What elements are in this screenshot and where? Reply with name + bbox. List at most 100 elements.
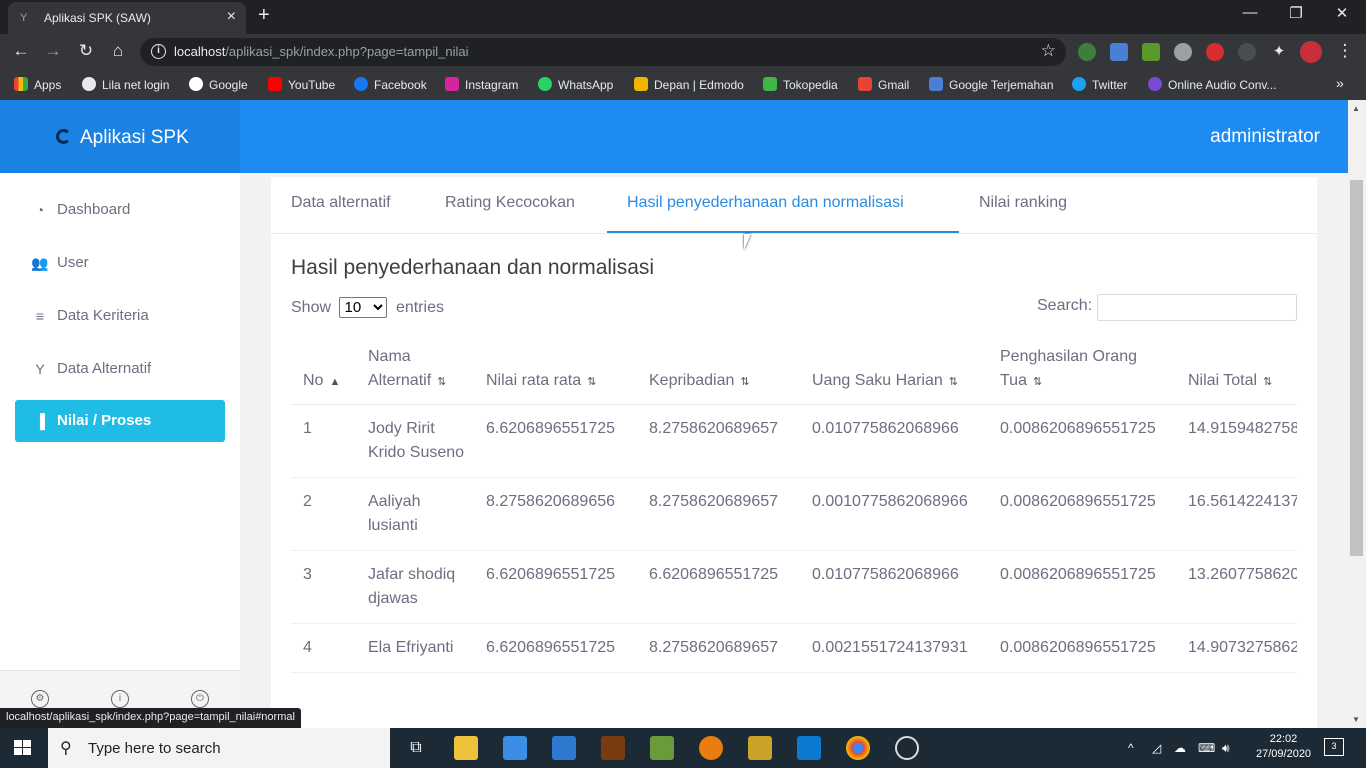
bookmarks-overflow-icon[interactable]: » [1336,75,1344,91]
search-input[interactable] [1097,294,1297,321]
sort-icon: ⇅ [1263,375,1273,388]
entries-label: entries [395,299,444,316]
settings-icon[interactable]: ⚙ [31,690,49,708]
blender-icon[interactable] [699,736,723,760]
cell-nilai-rata-rata: 6.6206896551725 [474,404,637,478]
vscode-icon[interactable] [797,736,821,760]
keyboard-icon[interactable]: ⌨ [1198,741,1215,755]
tab-data-alternatif[interactable]: Data alternatif [291,194,391,212]
onedrive-icon[interactable]: ☁ [1174,741,1186,755]
forward-icon[interactable]: → [42,41,64,61]
extension-icon[interactable] [1078,43,1096,61]
tab-nilai-ranking[interactable]: Nilai ranking [979,194,1067,212]
tab-hasil-normalisasi[interactable]: Hasil penyederhanaan dan normalisasi [627,194,904,212]
extension-icon[interactable] [1174,43,1192,61]
bookmark-gmail[interactable]: Gmail [858,77,909,92]
section-title: Hasil penyederhanaan dan normalisasi [291,256,655,279]
sidebar-item-nilai-proses[interactable]: ▐ Nilai / Proses [15,400,225,442]
page-scrollbar[interactable]: ▲ ▼ [1348,100,1366,728]
profile-avatar[interactable] [1300,41,1322,63]
bookmark-apps[interactable]: Apps [14,77,61,92]
brand[interactable]: Aplikasi SPK [0,100,240,173]
search-icon: ⚲ [60,740,72,757]
home-icon[interactable]: ⌂ [107,41,129,61]
bookmark-lila-net[interactable]: Lila net login [82,77,169,92]
scrollbar-thumb[interactable] [1350,180,1363,556]
task-view-icon[interactable]: ⧉ [404,736,428,760]
column-header-nilai-rata-rata[interactable]: Nilai rata rata ⇅ [474,334,637,405]
cell-uang-saku: 0.0010775862068966 [800,477,988,551]
translate-extension-icon[interactable] [1110,43,1128,61]
obs-icon[interactable] [895,736,919,760]
extensions-puzzle-icon[interactable]: ✦ [1270,43,1288,61]
bookmark-google[interactable]: Google [189,77,248,92]
site-info-icon[interactable]: i [151,44,166,59]
chrome-icon[interactable] [846,736,870,760]
bookmark-online-audio-converter[interactable]: Online Audio Conv... [1148,77,1277,92]
bookmark-twitter[interactable]: Twitter [1072,77,1127,92]
column-header-nama-alternatif[interactable]: Nama Alternatif ⇅ [356,334,474,405]
extension-icon[interactable] [1238,43,1256,61]
extension-icon[interactable] [1142,43,1160,61]
app-icon[interactable] [748,736,772,760]
file-explorer-icon[interactable] [454,736,478,760]
column-header-penghasilan-orang-tua[interactable]: Penghasilan Orang Tua ⇅ [988,334,1176,405]
sidebar-item-label: Data Keriteria [57,307,149,324]
bookmark-instagram[interactable]: Instagram [445,77,518,92]
notifications-icon[interactable]: 3 [1324,738,1344,756]
bookmark-facebook[interactable]: Facebook [354,77,427,92]
windows-start-icon[interactable] [14,740,32,756]
power-icon[interactable]: ⏻ [191,690,209,708]
column-header-uang-saku-harian[interactable]: Uang Saku Harian ⇅ [800,334,988,405]
reload-icon[interactable]: ↻ [75,41,97,61]
minimize-icon[interactable]: — [1238,4,1262,21]
restore-icon[interactable]: ❐ [1284,4,1308,22]
tray-overflow-icon[interactable]: ^ [1128,741,1134,755]
bookmark-star-icon[interactable]: ☆ [1041,41,1056,61]
cell-penghasilan: 0.0086206896551725 [988,550,1176,624]
close-window-icon[interactable]: ✕ [1330,4,1354,22]
sidebar-item-data-alternatif[interactable]: Y Data Alternatif [15,348,225,390]
tab-rating-kecocokan[interactable]: Rating Kecocokan [445,194,575,212]
close-tab-icon[interactable]: × [227,8,236,26]
app-icon[interactable] [601,736,625,760]
sidebar-item-user[interactable]: 👥 User [15,242,225,284]
bookmark-tokopedia[interactable]: Tokopedia [763,77,838,92]
scroll-up-icon[interactable]: ▲ [1352,104,1360,113]
sort-icon: ⇅ [437,375,447,388]
adblock-extension-icon[interactable] [1206,43,1224,61]
scroll-down-icon[interactable]: ▼ [1352,715,1360,724]
cell-kepribadian: 8.2758620689657 [637,623,800,673]
table-row: 2 Aaliyah lusianti 8.2758620689656 8.275… [291,477,1297,551]
web-page: Aplikasi SPK administrator ◔ Dashboard 👥… [0,100,1366,728]
network-icon[interactable]: ◿ [1152,741,1161,755]
url-text[interactable]: localhost/aplikasi_spk/index.php?page=ta… [174,44,469,59]
taskbar-search[interactable]: ⚲ Type here to search [48,728,390,768]
dashboard-icon: ◔ [35,202,45,218]
bookmark-youtube[interactable]: YouTube [268,77,335,92]
entries-select[interactable]: 10 [339,297,388,318]
cell-kepribadian: 8.2758620689657 [637,404,800,478]
minecraft-icon[interactable] [650,736,674,760]
address-bar[interactable]: i localhost/aplikasi_spk/index.php?page=… [140,38,1066,66]
column-header-nilai-total[interactable]: Nilai Total ⇅ [1176,334,1297,405]
back-icon[interactable]: ← [10,41,32,61]
info-icon[interactable]: i [111,690,129,708]
sidebar-item-label: Nilai / Proses [57,412,152,429]
bookmark-edmodo[interactable]: Depan | Edmodo [634,77,744,92]
taskbar-clock[interactable]: 22:02 27/09/2020 [1256,732,1311,762]
cell-nilai-total: 16.56142241379 [1176,477,1297,551]
browser-tab[interactable]: Y Aplikasi SPK (SAW) × [8,2,246,34]
sidebar-item-data-keriteria[interactable]: ≡ Data Keriteria [15,295,225,337]
browser-menu-icon[interactable]: ⋮ [1334,41,1356,61]
column-header-no[interactable]: No ▲ [291,334,356,405]
mail-icon[interactable] [552,736,576,760]
bookmark-whatsapp[interactable]: WhatsApp [538,77,613,92]
new-tab-icon[interactable]: + [258,4,270,27]
store-icon[interactable] [503,736,527,760]
bookmark-google-translate[interactable]: Google Terjemahan [929,77,1054,92]
sidebar-item-dashboard[interactable]: ◔ Dashboard [15,189,225,231]
volume-icon[interactable]: 🔊︎ [1222,741,1230,756]
user-menu[interactable]: administrator [1210,126,1320,148]
column-header-kepribadian[interactable]: Kepribadian ⇅ [637,334,800,405]
